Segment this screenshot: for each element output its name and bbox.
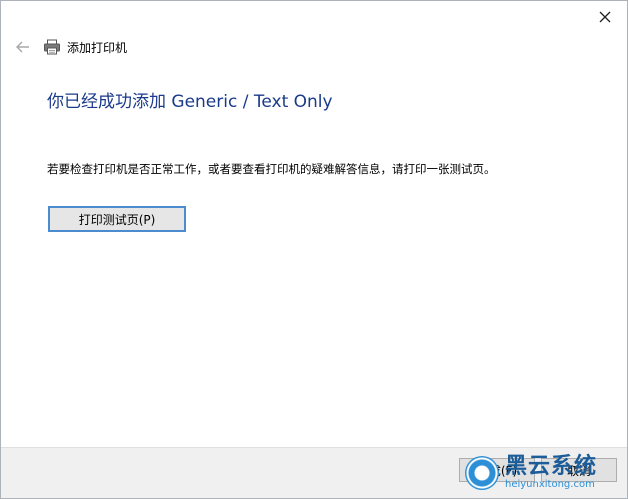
back-button[interactable] [13,37,33,57]
footer-bar: 完成(F) 取消 [1,447,627,498]
page-heading: 你已经成功添加 Generic / Text Only [47,92,333,112]
print-test-page-button[interactable]: 打印测试页(P) [48,206,186,232]
cancel-button[interactable]: 取消 [541,458,617,482]
add-printer-dialog: 添加打印机 你已经成功添加 Generic / Text Only 若要检查打印… [0,0,628,499]
close-button[interactable] [589,3,621,31]
wizard-title: 添加打印机 [67,40,128,55]
back-arrow-icon [16,41,29,53]
info-text: 若要检查打印机是否正常工作，或者要查看打印机的疑难解答信息，请打印一张测试页。 [47,162,496,176]
wizard-header: 添加打印机 [43,37,127,57]
close-icon [599,11,611,23]
finish-button[interactable]: 完成(F) [459,458,535,482]
printer-icon [44,39,60,55]
